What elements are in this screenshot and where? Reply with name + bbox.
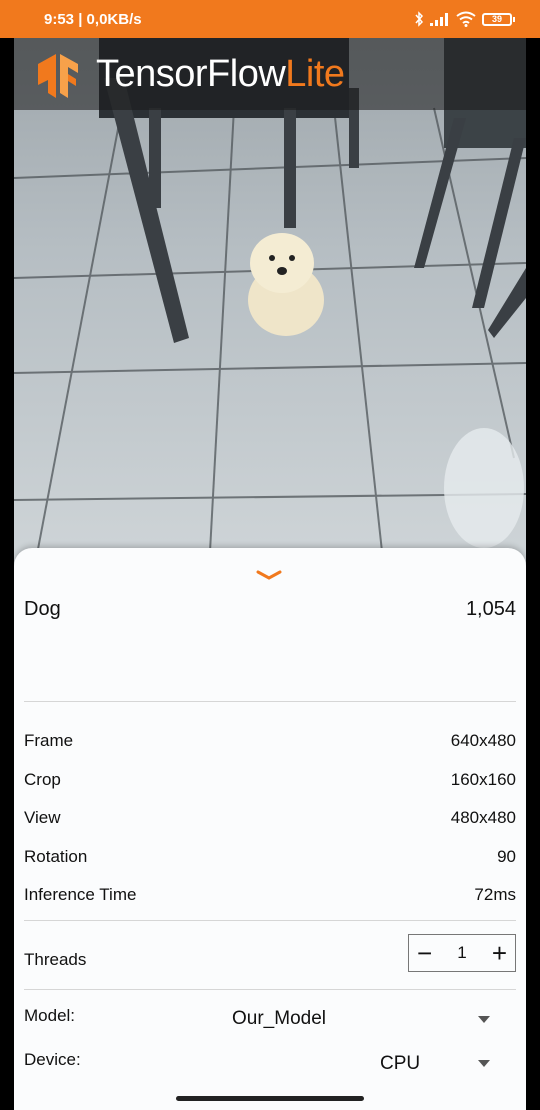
divider [24,920,516,921]
status-icons: 39 [414,10,515,28]
camera-scene [14,38,526,570]
info-value: 480x480 [450,808,516,827]
battery-icon: 39 [482,12,515,26]
brand-main: TensorFlow [96,53,286,95]
status-bar: 9:53 | 0,0KB/s 39 [0,0,540,38]
chevron-down-icon[interactable] [254,568,284,582]
bottom-sheet: Dog 1,054 Frame 640x480 Crop 160x160 Vie… [14,548,526,1110]
info-label: Inference Time [24,885,137,904]
info-value: 90 [497,847,516,866]
info-label: View [24,808,61,827]
dog [248,233,324,336]
result-row: Dog 1,054 [24,596,516,622]
device-row: Device: [24,1050,81,1070]
info-row-rotation: Rotation 90 [24,847,516,867]
device-label: Device: [24,1050,81,1069]
threads-value: 1 [457,943,467,962]
divider [24,701,516,702]
info-row-frame: Frame 640x480 [24,731,516,751]
model-row: Model: [24,1006,75,1026]
app-header: TensorFlowLite [14,38,526,110]
result-score: 1,054 [465,597,516,620]
camera-preview: TensorFlowLite [14,38,526,570]
model-dropdown-icon[interactable] [478,1016,490,1023]
divider [24,989,516,990]
result-label: Dog [24,597,61,620]
app-title: TensorFlowLite [96,53,345,96]
info-label: Frame [24,731,74,750]
threads-label: Threads [24,950,87,969]
info-value: 160x160 [450,770,516,789]
info-value: 640x480 [450,731,516,750]
brand-accent: Lite [285,53,345,95]
info-row-view: View 480x480 [24,808,516,828]
device-select[interactable]: CPU [380,1053,420,1075]
home-indicator[interactable] [176,1096,364,1101]
increment-button[interactable]: + [492,940,507,966]
info-label: Rotation [24,847,88,866]
device-dropdown-icon[interactable] [478,1060,490,1067]
signal-icon [430,13,448,26]
threads-row: Threads [24,950,86,970]
info-row-inference-time: Inference Time 72ms [24,885,516,905]
wifi-icon [456,11,476,27]
bluetooth-icon [415,11,424,27]
info-row-crop: Crop 160x160 [24,770,516,790]
tensorflow-logo-icon [38,54,78,98]
status-time: 9:53 | 0,0KB/s [44,11,142,28]
model-label: Model: [24,1006,76,1025]
decrement-button[interactable]: − [417,940,432,966]
threads-stepper[interactable]: − 1 + [408,934,516,972]
info-value: 72ms [474,885,516,904]
model-select[interactable]: Our_Model [232,1008,326,1030]
info-label: Crop [24,770,61,789]
